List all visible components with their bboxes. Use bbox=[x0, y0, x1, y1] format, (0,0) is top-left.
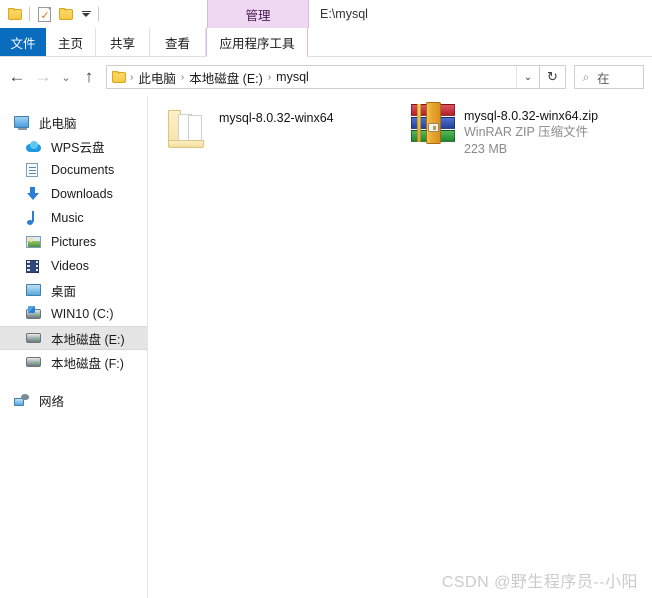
sidebar-item-videos[interactable]: Videos bbox=[0, 254, 147, 278]
sidebar-item-label: Documents bbox=[51, 163, 115, 177]
quick-access-toolbar: ✓ bbox=[4, 0, 102, 28]
tab-file-label: 文件 bbox=[10, 36, 36, 51]
sidebar-item-pictures[interactable]: Pictures bbox=[0, 230, 147, 254]
list-item[interactable]: mysql-8.0.32-winx64.zip WinRAR ZIP 压缩文件 … bbox=[411, 102, 598, 158]
tab-share[interactable]: 共享 bbox=[96, 28, 150, 56]
tab-view[interactable]: 查看 bbox=[150, 28, 206, 56]
sidebar-item-label: 网络 bbox=[39, 394, 65, 409]
contextual-tab-group-label: 管理 bbox=[207, 0, 309, 28]
search-icon: ⌕ bbox=[582, 69, 590, 84]
sidebar-item-label: WPS云盘 bbox=[51, 140, 105, 155]
sidebar-item-wps-cloud[interactable]: WPS云盘 bbox=[0, 134, 147, 158]
toolbar-divider bbox=[29, 7, 30, 21]
arrow-left-icon: ← bbox=[8, 67, 26, 86]
music-icon bbox=[26, 211, 46, 225]
sidebar-item-downloads[interactable]: Downloads bbox=[0, 182, 147, 206]
file-list-pane[interactable]: mysql-8.0.32-winx64 mysql-8.0.32-winx64.… bbox=[149, 96, 652, 598]
sidebar-item-label: Downloads bbox=[51, 187, 113, 201]
arrow-up-icon: ↑ bbox=[84, 67, 94, 86]
sidebar-item-music[interactable]: Music bbox=[0, 206, 147, 230]
folder-icon bbox=[165, 104, 211, 150]
sidebar-item-this-pc[interactable]: 此电脑 bbox=[0, 110, 147, 134]
sidebar-item-drive-c[interactable]: WIN10 (C:) bbox=[0, 302, 147, 326]
tab-file[interactable]: 文件 bbox=[0, 28, 46, 56]
document-icon bbox=[26, 163, 46, 177]
desktop-icon bbox=[26, 284, 46, 296]
folder-icon bbox=[112, 71, 127, 83]
sidebar-item-documents[interactable]: Documents bbox=[0, 158, 147, 182]
watermark: CSDN @野生程序员--小阳 bbox=[441, 574, 638, 591]
winrar-zip-icon bbox=[411, 102, 455, 144]
tab-home[interactable]: 主页 bbox=[46, 28, 96, 56]
file-name: mysql-8.0.32-winx64.zip bbox=[464, 109, 599, 123]
drive-icon bbox=[26, 333, 46, 343]
file-type: WinRAR ZIP 压缩文件 bbox=[464, 125, 589, 139]
recent-locations-button[interactable]: ⌄ bbox=[56, 58, 76, 96]
ribbon-tab-bar: 文件 主页 共享 查看 应用程序工具 bbox=[0, 28, 652, 57]
file-name: mysql-8.0.32-winx64 bbox=[219, 111, 334, 125]
refresh-button[interactable]: ↻ bbox=[540, 65, 566, 89]
picture-icon bbox=[26, 236, 46, 248]
sidebar-item-label: WIN10 (C:) bbox=[51, 307, 114, 321]
forward-button[interactable]: → bbox=[30, 58, 56, 96]
search-placeholder: 在 bbox=[597, 71, 610, 86]
window-title: E:\mysql bbox=[320, 7, 368, 21]
monitor-icon bbox=[14, 116, 34, 130]
qat-properties-button[interactable]: ✓ bbox=[33, 3, 55, 25]
tab-application-tools[interactable]: 应用程序工具 bbox=[206, 28, 308, 57]
chevron-down-icon: ⌄ bbox=[523, 71, 533, 83]
sidebar-item-label: Pictures bbox=[51, 235, 97, 249]
file-size: 223 MB bbox=[464, 142, 508, 156]
breadcrumb[interactable]: › 此电脑 › 本地磁盘 (E:) › mysql ⌄ bbox=[106, 65, 540, 89]
search-input[interactable]: ⌕ 在 bbox=[574, 65, 644, 89]
sidebar-item-label: 桌面 bbox=[51, 284, 77, 299]
breadcrumb-dropdown-button[interactable]: ⌄ bbox=[516, 66, 539, 88]
video-icon bbox=[26, 259, 46, 273]
sidebar-item-network[interactable]: 网络 bbox=[0, 388, 147, 412]
drive-icon bbox=[26, 357, 46, 367]
navigation-pane: 此电脑 WPS云盘 Documents Downloads Music Pict… bbox=[0, 96, 148, 598]
tab-view-label: 查看 bbox=[164, 36, 190, 51]
tab-application-tools-label: 应用程序工具 bbox=[219, 36, 295, 51]
qat-folder-button[interactable] bbox=[4, 3, 26, 25]
properties-icon: ✓ bbox=[37, 6, 51, 22]
up-button[interactable]: ↑ bbox=[76, 58, 102, 96]
tab-share-label: 共享 bbox=[109, 36, 135, 51]
breadcrumb-item-this-pc[interactable]: 此电脑 bbox=[134, 68, 180, 87]
sidebar-item-label: 本地磁盘 (E:) bbox=[51, 332, 125, 347]
customize-qat-dropdown[interactable] bbox=[77, 3, 95, 25]
address-bar: ← → ⌄ ↑ › 此电脑 › 本地磁盘 (E:) › mysql ⌄ ↻ ⌕ … bbox=[0, 58, 652, 96]
explorer-body: 此电脑 WPS云盘 Documents Downloads Music Pict… bbox=[0, 96, 652, 598]
drive-win-icon bbox=[26, 306, 46, 319]
tab-home-label: 主页 bbox=[57, 36, 83, 51]
arrow-right-icon: → bbox=[34, 67, 52, 86]
sidebar-item-label: Music bbox=[51, 211, 84, 225]
network-icon bbox=[14, 393, 34, 407]
list-item[interactable]: mysql-8.0.32-winx64 bbox=[165, 104, 334, 150]
refresh-icon: ↻ bbox=[547, 69, 558, 84]
breadcrumb-item-drive-e[interactable]: 本地磁盘 (E:) bbox=[185, 68, 267, 87]
chevron-down-icon bbox=[81, 10, 91, 13]
qat-new-folder-button[interactable] bbox=[55, 3, 77, 25]
download-icon bbox=[26, 187, 46, 201]
toolbar-divider-2 bbox=[98, 7, 99, 21]
breadcrumb-item-mysql[interactable]: mysql bbox=[272, 70, 313, 84]
sidebar-item-label: 本地磁盘 (F:) bbox=[51, 356, 124, 371]
cloud-icon bbox=[26, 140, 46, 152]
sidebar-item-drive-e[interactable]: 本地磁盘 (E:) bbox=[0, 326, 147, 350]
sidebar-item-label: Videos bbox=[51, 259, 89, 273]
title-bar: ✓ 管理 E:\mysql bbox=[0, 0, 652, 28]
sidebar-item-drive-f[interactable]: 本地磁盘 (F:) bbox=[0, 350, 147, 374]
back-button[interactable]: ← bbox=[4, 58, 30, 96]
new-folder-icon bbox=[58, 8, 74, 20]
chevron-down-icon: ⌄ bbox=[61, 71, 71, 84]
sidebar-item-desktop[interactable]: 桌面 bbox=[0, 278, 147, 302]
sidebar-item-label: 此电脑 bbox=[39, 116, 77, 131]
folder-icon bbox=[7, 8, 23, 20]
